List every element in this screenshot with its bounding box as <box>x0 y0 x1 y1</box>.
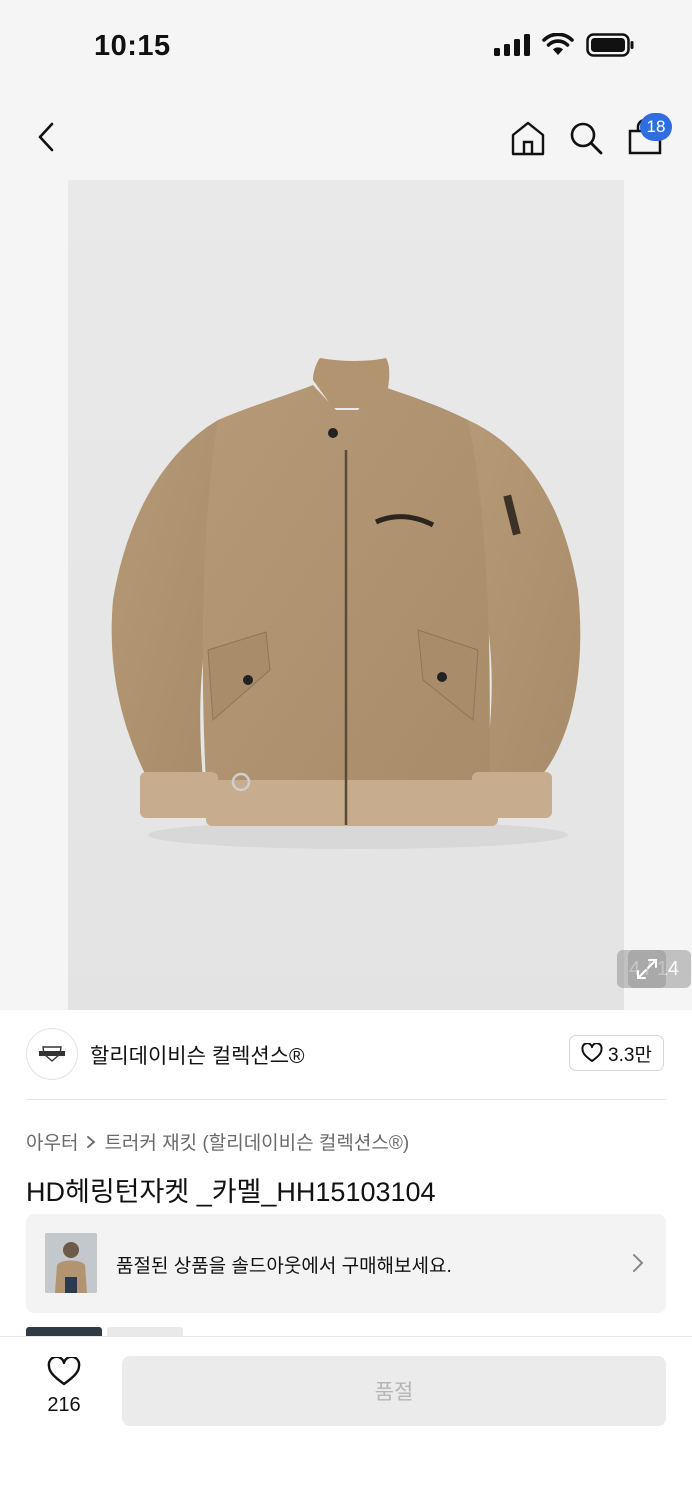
breadcrumb-subcategory[interactable]: 트러커 재킷 (할리데이비슨 컬렉션스®) <box>104 1128 409 1155</box>
heart-icon <box>47 1355 81 1386</box>
bottom-action-bar: 216 품절 <box>0 1336 692 1501</box>
brand-like-button[interactable]: 3.3만 <box>569 1035 664 1071</box>
brand-name[interactable]: 할리데이비슨 컬렉션스® <box>90 1040 305 1070</box>
chevron-right-icon <box>87 1135 96 1148</box>
expand-icon <box>637 959 657 979</box>
sold-out-button[interactable]: 품절 <box>122 1356 666 1426</box>
home-button[interactable] <box>506 116 550 160</box>
wifi-icon <box>542 33 574 55</box>
breadcrumb-category[interactable]: 아우터 <box>26 1128 78 1155</box>
soldout-banner[interactable]: 품절된 상품을 솔드아웃에서 구매해보세요. <box>26 1214 666 1313</box>
product-image-gallery[interactable]: 4 / 14 <box>0 180 692 1010</box>
product-photo[interactable]: 4 / 14 <box>68 180 691 1010</box>
home-icon <box>511 121 545 156</box>
soldout-thumbnail <box>45 1233 97 1293</box>
soldout-banner-text: 품절된 상품을 솔드아웃에서 구매해보세요. <box>116 1256 452 1277</box>
breadcrumb: 아우터 트러커 재킷 (할리데이비슨 컬렉션스®) <box>26 1128 409 1155</box>
wishlist-count: 216 <box>47 1394 81 1416</box>
brand-logo[interactable] <box>26 1028 78 1080</box>
battery-icon <box>586 33 634 57</box>
brand-shield-icon <box>39 1046 65 1062</box>
signal-icon <box>494 34 530 56</box>
status-time: 10:15 <box>94 30 171 62</box>
chevron-left-icon <box>38 122 54 152</box>
divider <box>26 1099 666 1100</box>
wishlist-button[interactable]: 216 <box>30 1355 98 1427</box>
back-button[interactable] <box>26 114 66 160</box>
search-icon <box>570 122 603 155</box>
chevron-right-icon <box>633 1254 644 1272</box>
search-button[interactable] <box>564 116 608 160</box>
brand-like-count: 3.3만 <box>608 1044 652 1066</box>
cart-count-badge: 18 <box>640 113 672 141</box>
brand-row: 할리데이비슨 컬렉션스® 3.3만 <box>0 1010 692 1100</box>
jacket-image <box>111 358 581 849</box>
status-icons <box>494 33 634 57</box>
expand-image-button[interactable] <box>628 950 666 988</box>
status-bar: 10:15 <box>0 0 692 92</box>
product-title: HD헤링턴자켓 _카멜_HH15103104 <box>26 1177 436 1207</box>
heart-icon <box>581 1043 603 1062</box>
